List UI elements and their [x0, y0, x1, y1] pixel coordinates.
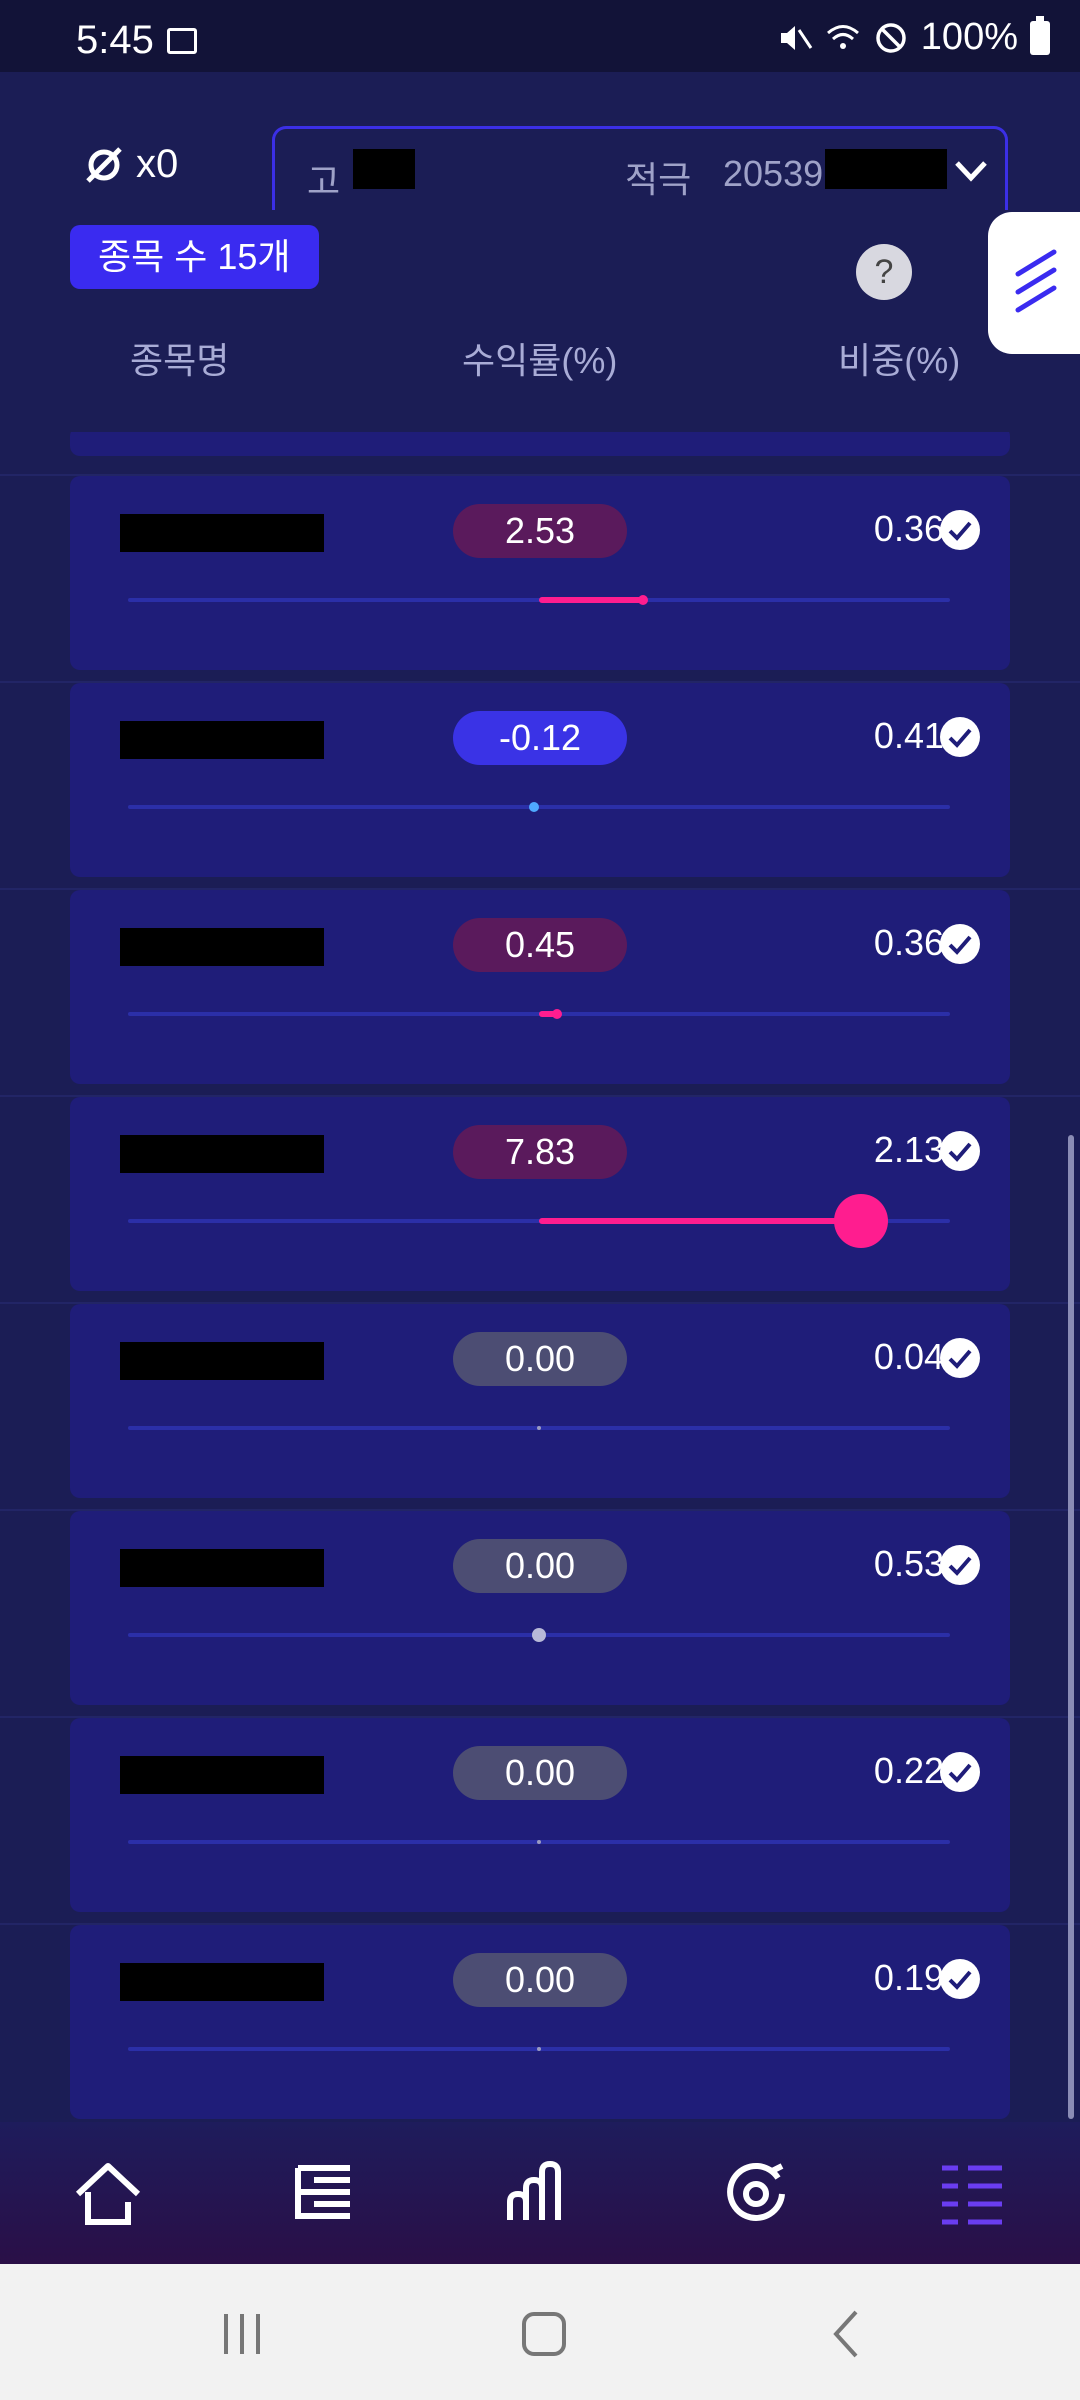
multiplier[interactable]: x0: [82, 142, 178, 187]
battery-percent: 100%: [920, 16, 1018, 58]
slider-knob[interactable]: [537, 1840, 541, 1844]
status-bar: 5:45 100%: [0, 0, 1080, 72]
list-item[interactable]: 0.00 0.04: [70, 1304, 1010, 1498]
stock-name-redacted: [120, 721, 324, 759]
return-pill: -0.12: [453, 711, 627, 765]
weight-value: 0.19: [873, 1957, 944, 1998]
slider-fill: [539, 1218, 861, 1224]
check-circle-icon[interactable]: [940, 924, 980, 964]
check-circle-icon[interactable]: [940, 1752, 980, 1792]
check-circle-icon[interactable]: [940, 1545, 980, 1585]
stock-name-redacted: [120, 1756, 324, 1794]
check-circle-icon[interactable]: [940, 717, 980, 757]
list-item[interactable]: 0.00 0.19: [70, 1925, 1010, 2119]
list-item[interactable]: 2.53 0.36: [70, 476, 1010, 670]
menu-icon[interactable]: [936, 2158, 1008, 2230]
redacted-box: [353, 149, 415, 189]
weight-value: 0.41: [873, 715, 944, 756]
return-pill: 0.45: [453, 918, 627, 972]
dnd-icon: [876, 22, 906, 53]
battery-icon: [1030, 15, 1050, 55]
back-icon[interactable]: [818, 2304, 878, 2364]
account-label: 적극: [625, 159, 692, 200]
column-name: 종목명: [130, 340, 230, 381]
slider-knob[interactable]: [637, 595, 648, 605]
stock-count-badge: 종목 수 15개: [70, 225, 319, 289]
account-type: 고: [307, 161, 341, 202]
return-pill: 0.00: [453, 1539, 627, 1593]
bottom-nav: [0, 2122, 1080, 2264]
return-pill: 0.00: [453, 1953, 627, 2007]
image-icon: [167, 28, 197, 54]
stock-name-redacted: [120, 1135, 324, 1173]
weight-value: 2.13: [873, 1129, 944, 1170]
list-item[interactable]: 0.00 0.53: [70, 1511, 1010, 1705]
list-item[interactable]: 0.45 0.36: [70, 890, 1010, 1084]
stock-name-redacted: [120, 1963, 324, 2001]
mute-icon: [780, 25, 813, 50]
status-icons: 100%: [777, 15, 1050, 59]
weight-value: 0.36: [873, 508, 944, 549]
stock-name-redacted: [120, 1342, 324, 1380]
list-item-partial: [70, 432, 1010, 456]
scrollbar[interactable]: [1068, 1135, 1074, 2119]
target-icon[interactable]: [720, 2158, 792, 2230]
return-pill: 2.53: [453, 504, 627, 558]
slider-knob[interactable]: [537, 2047, 541, 2051]
slider-fill: [539, 597, 643, 603]
stock-name-redacted: [120, 514, 324, 552]
account-number: 20539: [723, 153, 824, 194]
account-select[interactable]: 고 적극 20539: [272, 126, 1008, 210]
list-item[interactable]: 0.00 0.22: [70, 1718, 1010, 1912]
return-pill: 0.00: [453, 1746, 627, 1800]
check-circle-icon[interactable]: [940, 1131, 980, 1171]
system-nav-bar: [0, 2264, 1080, 2400]
help-button[interactable]: ?: [856, 244, 912, 300]
slider-knob[interactable]: [833, 1194, 888, 1248]
list-item[interactable]: 7.83 2.13: [70, 1097, 1010, 1291]
stock-name-redacted: [120, 928, 324, 966]
list-icon[interactable]: [288, 2158, 360, 2230]
redacted-box: [825, 149, 947, 189]
slider-knob[interactable]: [537, 1426, 541, 1430]
slider-knob[interactable]: [529, 802, 540, 812]
chevron-down-icon[interactable]: [951, 151, 991, 191]
wifi-icon: [826, 24, 859, 49]
header: x0 고 적극 20539 종목 수 15개 ? 종목명 수익률(%) 비중(%…: [0, 72, 1080, 432]
check-circle-icon[interactable]: [940, 510, 980, 550]
weight-value: 0.53: [873, 1543, 944, 1584]
stock-name-redacted: [120, 1549, 324, 1587]
column-weight: 비중(%): [838, 340, 961, 381]
weight-value: 0.22: [873, 1750, 944, 1791]
empty-set-icon: [86, 146, 122, 183]
column-headers: 종목명 수익률(%) 비중(%): [0, 332, 1080, 402]
return-pill: 7.83: [453, 1125, 627, 1179]
slider-knob[interactable]: [532, 1628, 546, 1642]
slider-knob[interactable]: [552, 1009, 563, 1019]
home-icon[interactable]: [72, 2158, 144, 2230]
return-pill: 0.00: [453, 1332, 627, 1386]
chart-icon[interactable]: [504, 2158, 576, 2230]
holdings-list[interactable]: 2.53 0.36 -0.12 0.41 0.45 0.36 7.83 2.13 0.00 0.0…: [0, 432, 1080, 2122]
column-return: 수익률(%): [462, 340, 618, 381]
list-item[interactable]: -0.12 0.41: [70, 683, 1010, 877]
home-button-icon[interactable]: [514, 2304, 574, 2364]
multiplier-value: x0: [136, 142, 179, 186]
recent-apps-icon[interactable]: [212, 2304, 272, 2364]
status-time: 5:45: [76, 18, 154, 62]
check-circle-icon[interactable]: [940, 1338, 980, 1378]
weight-value: 0.04: [873, 1336, 944, 1377]
check-circle-icon[interactable]: [940, 1959, 980, 1999]
weight-value: 0.36: [873, 922, 944, 963]
